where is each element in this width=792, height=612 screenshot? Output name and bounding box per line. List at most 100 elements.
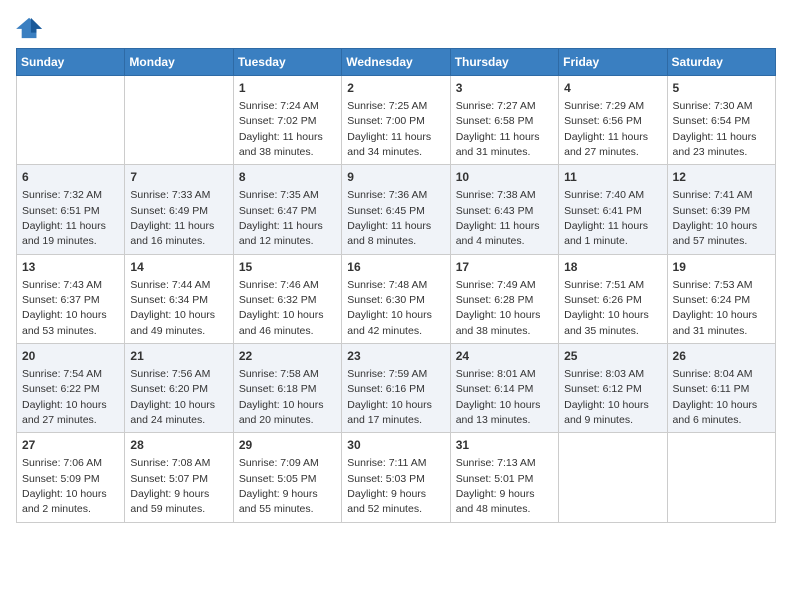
day-info: Sunrise: 7:44 AM Sunset: 6:34 PM Dayligh… [130,279,215,337]
day-number: 7 [130,169,227,186]
calendar-cell: 17Sunrise: 7:49 AM Sunset: 6:28 PM Dayli… [450,254,558,343]
day-number: 21 [130,348,227,365]
calendar-cell: 30Sunrise: 7:11 AM Sunset: 5:03 PM Dayli… [342,433,450,522]
day-info: Sunrise: 7:56 AM Sunset: 6:20 PM Dayligh… [130,368,215,426]
calendar-cell [559,433,667,522]
calendar-cell: 24 Sunrise: 8:01 AM Sunset: 6:14 PM Dayli… [450,344,558,433]
day-number: 15 [239,259,336,276]
day-number: 23 [347,348,444,365]
day-header-sunday: Sunday [17,49,125,76]
calendar-cell: 14 Sunrise: 7:44 AM Sunset: 6:34 PM Dayli… [125,254,233,343]
day-number: 9 [347,169,444,186]
calendar-cell: 21 Sunrise: 7:56 AM Sunset: 6:20 PM Dayli… [125,344,233,433]
day-number: 20 [22,348,119,365]
day-info: Sunrise: 7:46 AM Sunset: 6:32 PM Dayligh… [239,279,324,337]
day-number: 19 [673,259,770,276]
calendar-week-row: 6 Sunrise: 7:32 AM Sunset: 6:51 PM Daylig… [17,165,776,254]
calendar-week-row: 13Sunrise: 7:43 AM Sunset: 6:37 PM Dayli… [17,254,776,343]
calendar-cell [667,433,775,522]
day-number: 1 [239,80,336,97]
day-number: 31 [456,437,553,454]
logo [16,16,48,40]
day-header-saturday: Saturday [667,49,775,76]
calendar-cell: 7Sunrise: 7:33 AM Sunset: 6:49 PM Daylig… [125,165,233,254]
day-header-thursday: Thursday [450,49,558,76]
calendar-cell: 26 Sunrise: 8:04 AM Sunset: 6:11 PM Dayli… [667,344,775,433]
calendar-cell: 31 Sunrise: 7:13 AM Sunset: 5:01 PM Dayli… [450,433,558,522]
calendar-cell: 19Sunrise: 7:53 AM Sunset: 6:24 PM Dayli… [667,254,775,343]
day-header-tuesday: Tuesday [233,49,341,76]
calendar-cell: 1 Sunrise: 7:24 AM Sunset: 7:02 PM Daylig… [233,76,341,165]
day-info: Sunrise: 7:54 AM Sunset: 6:22 PM Dayligh… [22,368,107,426]
day-info: Sunrise: 7:27 AM Sunset: 6:58 PM Dayligh… [456,100,540,158]
day-info: Sunrise: 7:59 AM Sunset: 6:16 PM Dayligh… [347,368,432,426]
calendar-cell [125,76,233,165]
day-number: 30 [347,437,444,454]
day-info: Sunrise: 7:35 AM Sunset: 6:47 PM Dayligh… [239,189,323,247]
day-number: 11 [564,169,661,186]
calendar-week-row: 20 Sunrise: 7:54 AM Sunset: 6:22 PM Dayli… [17,344,776,433]
calendar-cell: 20 Sunrise: 7:54 AM Sunset: 6:22 PM Dayli… [17,344,125,433]
day-info: Sunrise: 7:08 AM Sunset: 5:07 PM Dayligh… [130,457,210,515]
day-info: Sunrise: 7:32 AM Sunset: 6:51 PM Dayligh… [22,189,106,247]
calendar-cell [17,76,125,165]
day-number: 12 [673,169,770,186]
day-number: 29 [239,437,336,454]
day-number: 22 [239,348,336,365]
day-number: 6 [22,169,119,186]
header-row [16,16,776,40]
calendar-cell: 8 Sunrise: 7:35 AM Sunset: 6:47 PM Daylig… [233,165,341,254]
day-info: Sunrise: 7:51 AM Sunset: 6:26 PM Dayligh… [564,279,649,337]
day-info: Sunrise: 7:09 AM Sunset: 5:05 PM Dayligh… [239,457,319,515]
calendar-cell: 3 Sunrise: 7:27 AM Sunset: 6:58 PM Daylig… [450,76,558,165]
calendar-week-row: 1 Sunrise: 7:24 AM Sunset: 7:02 PM Daylig… [17,76,776,165]
day-info: Sunrise: 7:13 AM Sunset: 5:01 PM Dayligh… [456,457,536,515]
calendar-cell: 5 Sunrise: 7:30 AM Sunset: 6:54 PM Daylig… [667,76,775,165]
calendar-cell: 27Sunrise: 7:06 AM Sunset: 5:09 PM Dayli… [17,433,125,522]
calendar-cell: 6 Sunrise: 7:32 AM Sunset: 6:51 PM Daylig… [17,165,125,254]
day-info: Sunrise: 7:24 AM Sunset: 7:02 PM Dayligh… [239,100,323,158]
day-number: 4 [564,80,661,97]
calendar-container: SundayMondayTuesdayWednesdayThursdayFrid… [0,0,792,533]
calendar-cell: 11 Sunrise: 7:40 AM Sunset: 6:41 PM Dayli… [559,165,667,254]
day-info: Sunrise: 8:04 AM Sunset: 6:11 PM Dayligh… [673,368,758,426]
calendar-week-row: 27Sunrise: 7:06 AM Sunset: 5:09 PM Dayli… [17,433,776,522]
day-number: 5 [673,80,770,97]
day-number: 2 [347,80,444,97]
calendar-cell: 10Sunrise: 7:38 AM Sunset: 6:43 PM Dayli… [450,165,558,254]
calendar-cell: 25Sunrise: 8:03 AM Sunset: 6:12 PM Dayli… [559,344,667,433]
day-info: Sunrise: 7:29 AM Sunset: 6:56 PM Dayligh… [564,100,648,158]
calendar-header-row: SundayMondayTuesdayWednesdayThursdayFrid… [17,49,776,76]
day-number: 24 [456,348,553,365]
calendar-cell: 9 Sunrise: 7:36 AM Sunset: 6:45 PM Daylig… [342,165,450,254]
day-info: Sunrise: 7:49 AM Sunset: 6:28 PM Dayligh… [456,279,541,337]
day-info: Sunrise: 7:25 AM Sunset: 7:00 PM Dayligh… [347,100,431,158]
day-info: Sunrise: 7:40 AM Sunset: 6:41 PM Dayligh… [564,189,648,247]
calendar-cell: 13Sunrise: 7:43 AM Sunset: 6:37 PM Dayli… [17,254,125,343]
calendar-table: SundayMondayTuesdayWednesdayThursdayFrid… [16,48,776,523]
day-number: 13 [22,259,119,276]
day-number: 14 [130,259,227,276]
day-info: Sunrise: 7:30 AM Sunset: 6:54 PM Dayligh… [673,100,757,158]
day-info: Sunrise: 7:06 AM Sunset: 5:09 PM Dayligh… [22,457,107,515]
day-info: Sunrise: 7:58 AM Sunset: 6:18 PM Dayligh… [239,368,324,426]
calendar-cell: 15 Sunrise: 7:46 AM Sunset: 6:32 PM Dayli… [233,254,341,343]
day-number: 8 [239,169,336,186]
calendar-cell: 4 Sunrise: 7:29 AM Sunset: 6:56 PM Daylig… [559,76,667,165]
day-header-monday: Monday [125,49,233,76]
day-header-friday: Friday [559,49,667,76]
day-info: Sunrise: 8:01 AM Sunset: 6:14 PM Dayligh… [456,368,541,426]
day-number: 28 [130,437,227,454]
calendar-cell: 16 Sunrise: 7:48 AM Sunset: 6:30 PM Dayli… [342,254,450,343]
day-number: 10 [456,169,553,186]
calendar-cell: 28 Sunrise: 7:08 AM Sunset: 5:07 PM Dayli… [125,433,233,522]
calendar-cell: 2 Sunrise: 7:25 AM Sunset: 7:00 PM Daylig… [342,76,450,165]
day-number: 26 [673,348,770,365]
day-info: Sunrise: 7:48 AM Sunset: 6:30 PM Dayligh… [347,279,432,337]
calendar-cell: 12Sunrise: 7:41 AM Sunset: 6:39 PM Dayli… [667,165,775,254]
day-info: Sunrise: 8:03 AM Sunset: 6:12 PM Dayligh… [564,368,649,426]
calendar-cell: 29 Sunrise: 7:09 AM Sunset: 5:05 PM Dayli… [233,433,341,522]
day-number: 3 [456,80,553,97]
day-info: Sunrise: 7:36 AM Sunset: 6:45 PM Dayligh… [347,189,431,247]
day-number: 16 [347,259,444,276]
